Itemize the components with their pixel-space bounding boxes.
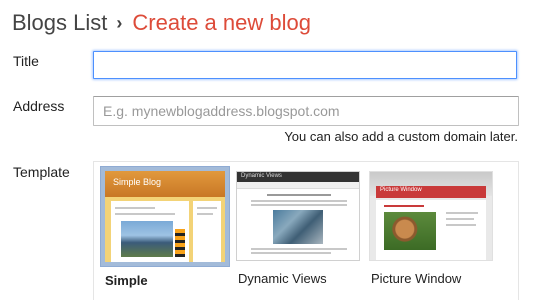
template-name: Picture Window: [371, 271, 462, 286]
template-label: Template: [13, 164, 70, 180]
template-option-dynamic-views[interactable]: Dynamic Views Dynamic Views: [236, 171, 360, 286]
title-input[interactable]: [93, 51, 517, 79]
template-name: Dynamic Views: [238, 271, 327, 286]
address-hint: You can also add a custom domain later.: [284, 129, 518, 144]
template-thumbnail-picture-window: Picture Window: [369, 171, 493, 261]
template-thumbnail-dynamic-views: Dynamic Views: [236, 171, 360, 261]
preview-photo: [121, 221, 173, 257]
preview-photo: [384, 212, 436, 250]
address-input[interactable]: [93, 96, 519, 126]
blogs-list-link[interactable]: Blogs List: [12, 10, 107, 36]
breadcrumb-separator-icon: ›: [116, 12, 123, 33]
create-blog-dialog: Blogs List › Create a new blog Title Add…: [0, 0, 550, 300]
preview-photo: [273, 210, 323, 244]
template-name: Simple: [105, 273, 148, 288]
template-picker: Simple Blog Simple Dynamic Views Dynamic…: [93, 161, 519, 300]
template-thumbnail-simple: Simple Blog: [101, 167, 229, 266]
template-option-simple[interactable]: Simple Blog Simple: [101, 167, 229, 288]
breadcrumb: Blogs List › Create a new blog: [12, 8, 311, 38]
template-option-picture-window[interactable]: Picture Window Picture Window: [369, 171, 493, 286]
preview-title: Dynamic Views: [241, 173, 282, 179]
page-title: Create a new blog: [132, 10, 311, 35]
preview-title: Picture Window: [380, 187, 422, 193]
title-label: Title: [13, 53, 39, 69]
address-label: Address: [13, 98, 65, 114]
preview-title: Simple Blog: [113, 177, 162, 187]
